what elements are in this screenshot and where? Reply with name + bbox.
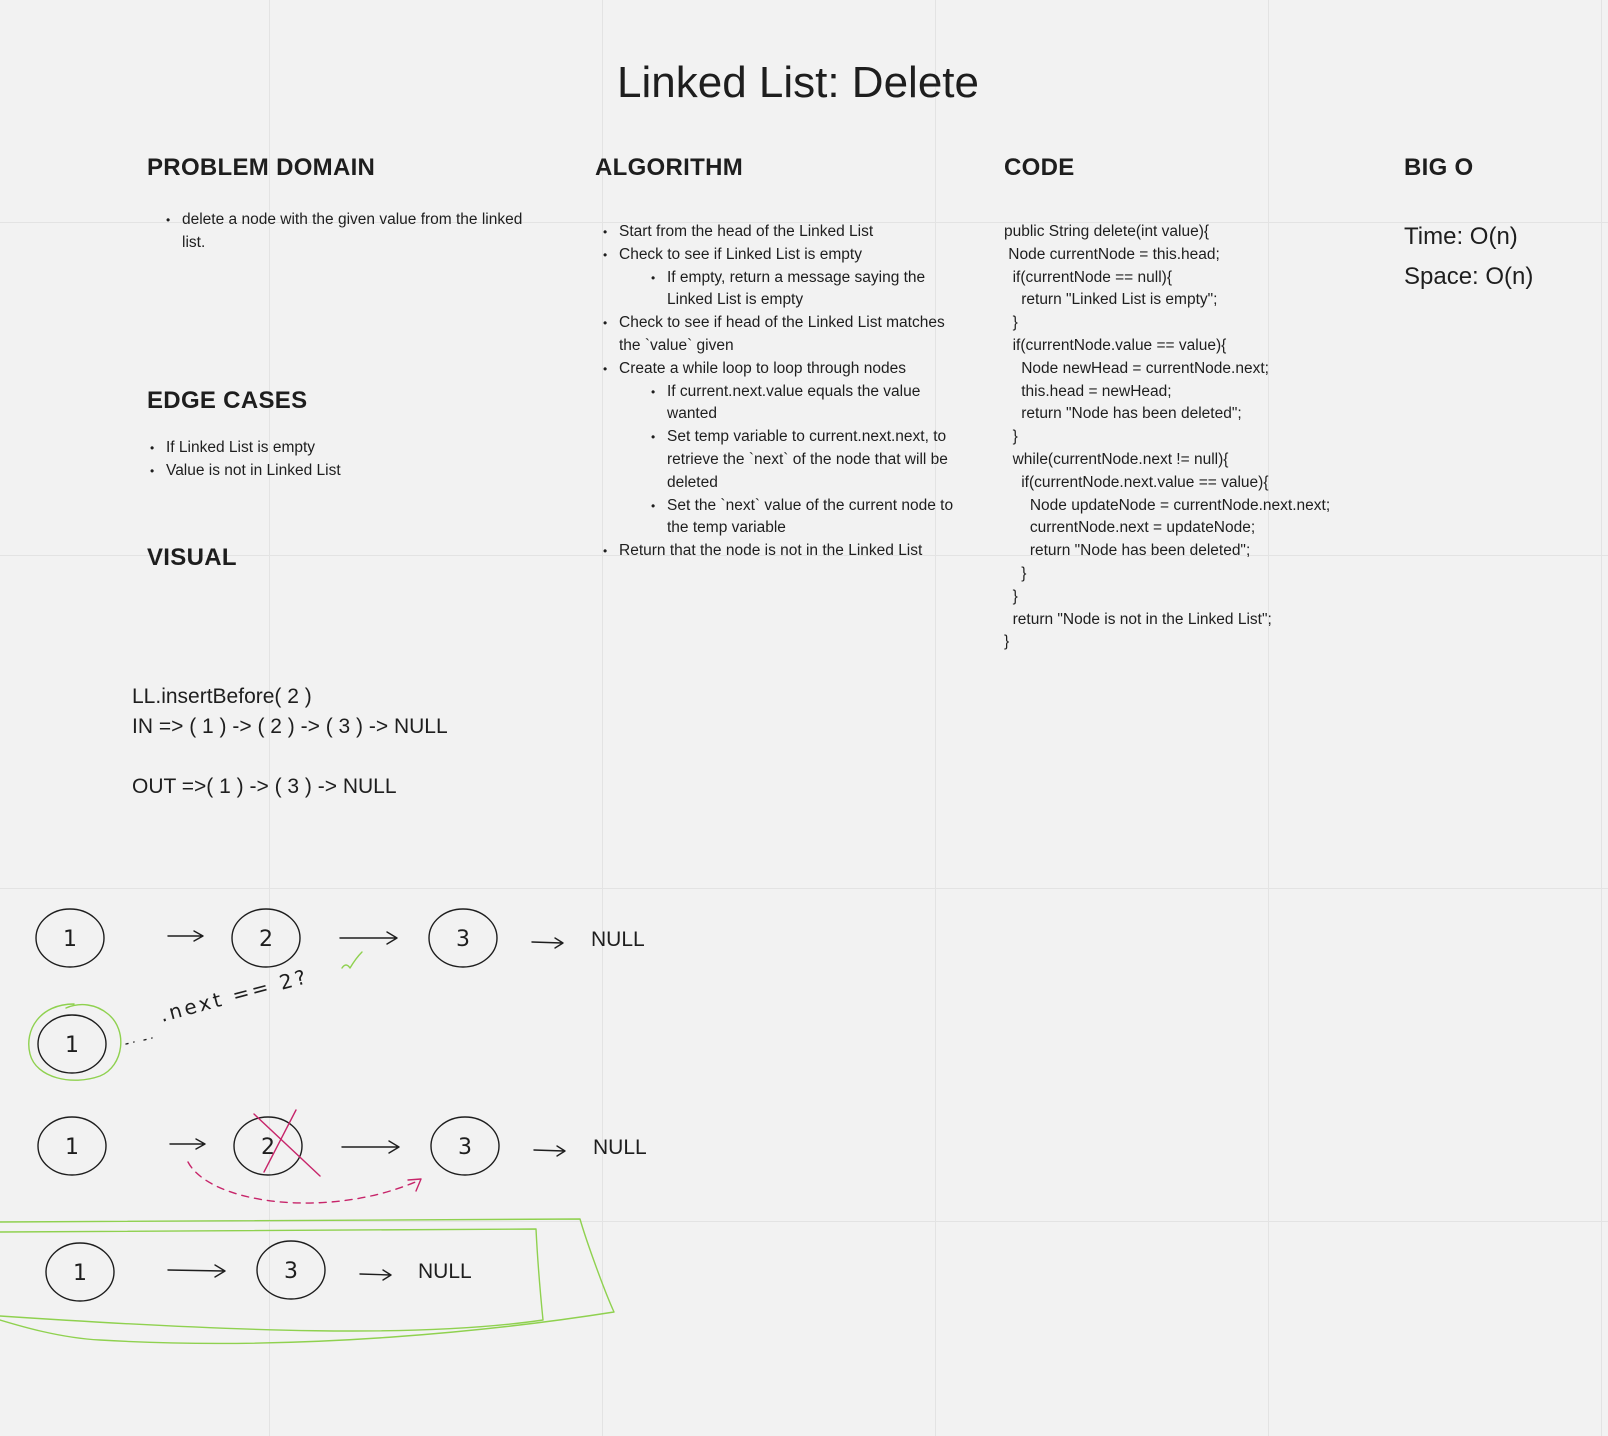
result-row: 1 3 NULL xyxy=(0,1218,615,1345)
highlight-outline xyxy=(0,1218,615,1345)
null-label: NULL xyxy=(418,1260,472,1283)
arrowhead-icon xyxy=(407,1178,422,1192)
node-value: 1 xyxy=(63,927,77,952)
node-value: 3 xyxy=(458,1135,472,1160)
arrow-icon xyxy=(339,931,398,945)
node-value: 1 xyxy=(73,1261,87,1286)
node-value: 3 xyxy=(456,927,470,952)
arrow-icon xyxy=(167,930,204,942)
dotted-connector xyxy=(125,1037,153,1045)
linked-list-sketch: 1 2 3 NULL 1 .next == 2? 1 2 3 NULL 1 3 … xyxy=(0,908,647,1345)
null-label: NULL xyxy=(591,928,645,951)
check-mark-icon xyxy=(341,951,363,969)
row-2: 1 2 3 NULL xyxy=(37,1109,647,1204)
arrow-icon xyxy=(341,1140,400,1154)
arrow-icon xyxy=(169,1138,206,1150)
node-value: 3 xyxy=(284,1259,298,1284)
row-1: 1 2 3 NULL xyxy=(35,908,645,969)
arrow-icon xyxy=(531,937,564,949)
node-value: 2 xyxy=(259,927,273,952)
annotation-text: .next == 2? xyxy=(157,964,311,1027)
arrow-icon xyxy=(167,1264,226,1278)
node-value: 1 xyxy=(65,1135,79,1160)
arrow-icon xyxy=(359,1269,392,1281)
bypass-arrow xyxy=(187,1161,421,1204)
traversal-step: 1 .next == 2? xyxy=(28,964,311,1081)
arrow-icon xyxy=(533,1145,566,1157)
null-label: NULL xyxy=(593,1136,647,1159)
node-value: 1 xyxy=(65,1033,79,1058)
